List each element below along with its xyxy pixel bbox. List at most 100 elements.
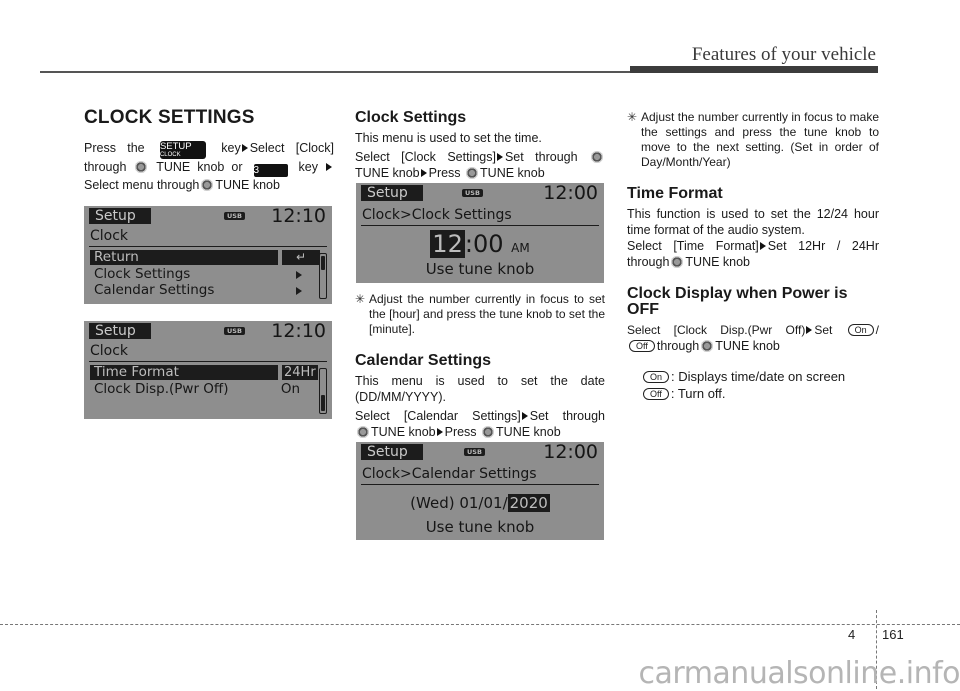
scrollbar-thumb[interactable] bbox=[321, 256, 325, 270]
on-button-icon: On bbox=[643, 371, 670, 383]
on-button-icon: On bbox=[847, 324, 874, 336]
tune-knob-icon bbox=[482, 426, 495, 438]
asterisk-icon: ✳ bbox=[355, 292, 366, 306]
date-editor[interactable]: (Wed) 01/01/2020 bbox=[356, 494, 604, 512]
text: Select [Calendar Settings] bbox=[355, 409, 521, 423]
calendar-settings-instr-2: TUNE knob Press TUNE knob bbox=[355, 424, 605, 440]
menu-item-return[interactable]: Return bbox=[90, 250, 278, 265]
setup-key-bottom: CLOCK bbox=[159, 152, 181, 158]
tune-knob-icon bbox=[591, 151, 603, 163]
asterisk-icon: ✳ bbox=[627, 110, 638, 124]
chevron-right-icon bbox=[296, 271, 302, 279]
hour-field[interactable]: 12 bbox=[430, 230, 465, 258]
minute-field[interactable]: 00 bbox=[473, 230, 504, 258]
calendar-settings-heading: Calendar Settings bbox=[355, 352, 492, 369]
option-on: On: Displays time/date on screen bbox=[641, 368, 879, 385]
divider bbox=[361, 484, 599, 485]
text: TUNE knob bbox=[371, 425, 436, 439]
clock-time: 12:00 bbox=[543, 442, 598, 463]
option-list: On: Displays time/date on screen Off: Tu… bbox=[627, 368, 879, 402]
menu-item-value: On bbox=[280, 381, 300, 397]
arrow-right-icon bbox=[241, 144, 248, 152]
text: TUNE knob bbox=[496, 425, 561, 439]
text: Select [Clock Disp.(Pwr Off) bbox=[627, 323, 806, 337]
breadcrumb: Clock bbox=[90, 343, 129, 359]
return-icon[interactable]: ↵ bbox=[282, 250, 320, 265]
menu-item-label: Return bbox=[94, 249, 139, 265]
tune-knob-icon bbox=[357, 426, 369, 438]
calendar-settings-desc: This menu is used to set the date (DD/MM… bbox=[355, 374, 605, 404]
scrollbar[interactable] bbox=[319, 368, 327, 414]
menu-item-label: Clock Disp.(Pwr Off) bbox=[94, 381, 229, 397]
clock-display-instr-2: Off through TUNE knob bbox=[627, 338, 879, 354]
setup-tab: Setup bbox=[89, 323, 151, 339]
arrow-right-icon bbox=[325, 163, 332, 171]
text: TUNE knob bbox=[480, 166, 545, 180]
text: Press the bbox=[84, 141, 145, 155]
scrollbar-thumb[interactable] bbox=[321, 395, 325, 411]
tune-knob-icon bbox=[701, 340, 714, 352]
time-editor[interactable]: 12:00 AM bbox=[356, 230, 604, 261]
date-day-month[interactable]: (Wed) 01/01/ bbox=[410, 494, 507, 512]
clock-settings-heading: Clock Settings bbox=[355, 109, 467, 126]
text: TUNE knob bbox=[355, 166, 420, 180]
clock-note: ✳ Adjust the number currently in focus t… bbox=[355, 292, 605, 337]
hint-text: Use tune knob bbox=[425, 260, 535, 278]
option-off: Off: Turn off. bbox=[641, 385, 879, 402]
column-time-format: ✳ Adjust the number currently in focus t… bbox=[627, 110, 879, 402]
text: through bbox=[656, 339, 700, 353]
note-text: Adjust the number currently in focus to … bbox=[369, 292, 605, 336]
year-field[interactable]: 2020 bbox=[507, 494, 550, 512]
setup-clock-key-icon: SETUP CLOCK bbox=[159, 141, 206, 159]
text: Press bbox=[428, 166, 461, 180]
option-desc: : Turn off. bbox=[670, 386, 726, 401]
tune-knob-icon bbox=[671, 256, 684, 268]
screen-clock-menu: Setup USB 12:10 Clock Return ↵ Clock Set… bbox=[84, 206, 332, 304]
breadcrumb: Clock>Clock Settings bbox=[362, 207, 512, 223]
menu-item-label: Time Format bbox=[94, 364, 179, 380]
breadcrumb: Clock bbox=[90, 228, 129, 244]
text: Set 12Hr / 24Hr bbox=[767, 239, 879, 253]
clock-time: 12:10 bbox=[271, 206, 326, 227]
text: key bbox=[298, 160, 318, 174]
menu-item-label: Calendar Settings bbox=[94, 282, 215, 298]
arrow-right-icon bbox=[420, 169, 427, 177]
menu-item-label: Clock Settings bbox=[94, 266, 191, 282]
tune-knob-icon bbox=[466, 167, 479, 179]
tune-knob-icon bbox=[135, 161, 148, 173]
usb-indicator-icon: USB bbox=[224, 327, 245, 335]
instruction-line-3: Select menu through TUNE knob bbox=[84, 177, 334, 193]
divider bbox=[89, 246, 327, 247]
screen-clock-menu-page2: Setup USB 12:10 Clock Time Format 24Hr C… bbox=[84, 321, 332, 419]
column-clock-calendar: Clock Settings This menu is used to set … bbox=[355, 110, 605, 181]
text: Select menu through bbox=[84, 178, 200, 192]
note-text: Adjust the number currently in focus to … bbox=[641, 110, 879, 169]
text: Select [Time Format] bbox=[627, 239, 759, 253]
instruction-line-1: Press the SETUP CLOCK key Select [Clock] bbox=[84, 140, 334, 159]
clock-settings-instr: Select [Clock Settings] Set through bbox=[355, 149, 605, 165]
tune-knob-icon bbox=[201, 179, 214, 191]
scrollbar[interactable] bbox=[319, 253, 327, 299]
ampm-field[interactable]: AM bbox=[511, 241, 530, 255]
time-format-instr-2: through TUNE knob bbox=[627, 254, 879, 270]
watermark: carmanualsonline.info bbox=[638, 656, 960, 691]
header-bar bbox=[630, 66, 878, 73]
text: key bbox=[221, 141, 241, 155]
arrow-right-icon bbox=[759, 242, 766, 250]
menu-item-clock-settings[interactable]: Clock Settings bbox=[90, 267, 306, 282]
text: Select [Clock] bbox=[249, 141, 334, 155]
text: Select [Clock Settings] bbox=[355, 150, 496, 164]
menu-item-clock-disp[interactable]: Clock Disp.(Pwr Off) On bbox=[90, 382, 306, 397]
text: TUNE knob or bbox=[156, 160, 243, 174]
usb-indicator-icon: USB bbox=[462, 189, 483, 197]
time-format-heading: Time Format bbox=[627, 185, 723, 202]
menu-item-time-format[interactable]: Time Format bbox=[90, 365, 278, 380]
section-title: Features of your vehicle bbox=[691, 44, 876, 65]
column-2-lower: ✳ Adjust the number currently in focus t… bbox=[355, 292, 605, 440]
clock-time: 12:00 bbox=[543, 183, 598, 204]
clock-time: 12:10 bbox=[271, 321, 326, 342]
text: TUNE knob bbox=[215, 178, 280, 192]
menu-item-calendar-settings[interactable]: Calendar Settings bbox=[90, 283, 306, 298]
clock-settings-desc: This menu is used to set the time. bbox=[355, 131, 542, 145]
time-format-desc: This function is used to set the 12/24 h… bbox=[627, 207, 879, 237]
